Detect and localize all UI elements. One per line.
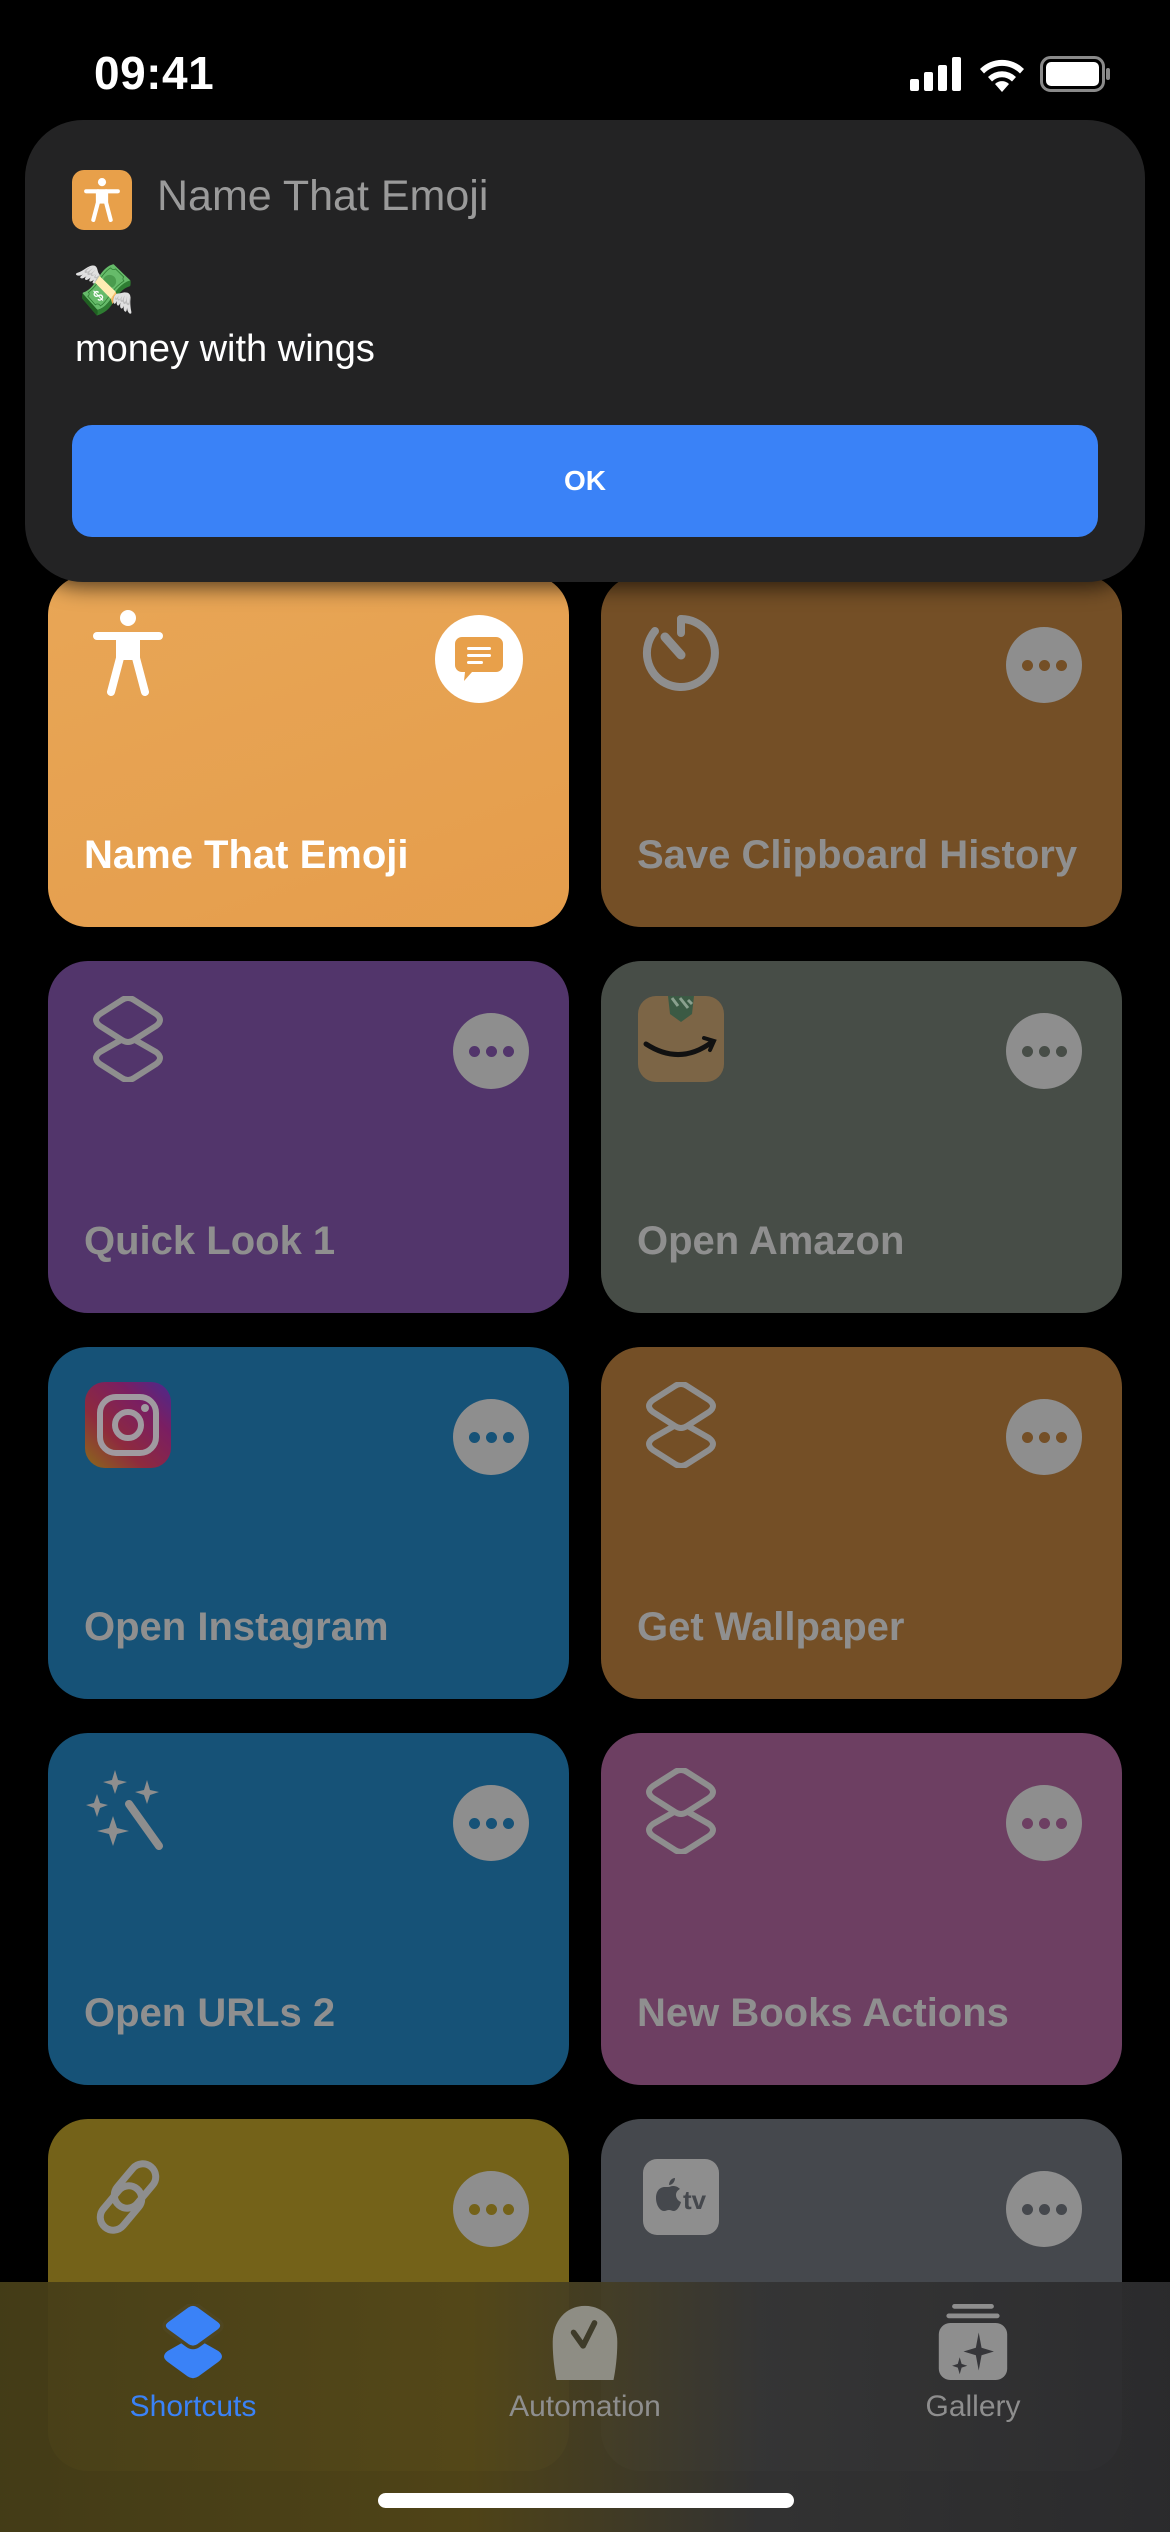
status-bar: 09:41 — [0, 0, 1170, 130]
tab-automation[interactable]: Automation — [465, 2304, 705, 2424]
more-button[interactable] — [1006, 627, 1082, 703]
home-indicator[interactable] — [378, 2493, 794, 2508]
alert-message: money with wings — [75, 328, 375, 370]
shortcut-title: Save Clipboard History — [637, 833, 1078, 877]
shortcut-card-open-instagram[interactable]: Open Instagram — [48, 1347, 569, 1699]
svg-text:tv: tv — [683, 2185, 707, 2215]
shortcut-title: Name That Emoji — [84, 833, 409, 877]
more-button[interactable] — [1006, 1399, 1082, 1475]
cellular-signal-icon — [910, 57, 961, 91]
shortcuts-layers-icon — [637, 1767, 725, 1855]
tab-shortcuts[interactable]: Shortcuts — [73, 2304, 313, 2424]
magic-wand-icon — [84, 1767, 172, 1855]
apple-tv-app-icon: tv — [637, 2153, 725, 2241]
amazon-app-icon — [637, 995, 725, 1083]
tab-label: Automation — [509, 2390, 661, 2423]
shortcut-result-alert: Name That Emoji 💸 money with wings OK — [25, 120, 1145, 582]
more-button[interactable] — [1006, 2171, 1082, 2247]
status-time: 09:41 — [94, 47, 215, 99]
tab-label: Shortcuts — [129, 2390, 257, 2423]
shortcut-title: Quick Look 1 — [84, 1219, 336, 1263]
shortcuts-layers-icon — [162, 2304, 224, 2379]
battery-icon — [1040, 56, 1110, 92]
shortcut-title: Get Wallpaper — [637, 1605, 905, 1649]
shortcut-title: Open URLs 2 — [84, 1991, 336, 2035]
ok-button[interactable]: OK — [72, 425, 1098, 537]
link-icon — [84, 2153, 172, 2241]
more-button[interactable] — [453, 1013, 529, 1089]
more-button[interactable] — [1006, 1785, 1082, 1861]
shortcut-title: New Books Actions — [637, 1991, 1009, 2035]
alert-title: Name That Emoji — [157, 172, 489, 220]
show-result-button[interactable] — [435, 615, 523, 703]
shortcut-card-open-urls-2[interactable]: Open URLs 2 — [48, 1733, 569, 2085]
shortcut-card-save-clipboard-history[interactable]: Save Clipboard History — [601, 575, 1122, 927]
shortcut-card-new-books-actions[interactable]: New Books Actions — [601, 1733, 1122, 2085]
tab-gallery[interactable]: Gallery — [853, 2304, 1093, 2424]
automation-clock-check-icon — [552, 2305, 618, 2380]
instagram-app-icon — [84, 1381, 172, 1469]
more-button[interactable] — [453, 1785, 529, 1861]
shortcuts-grid: Name That Emoji Save Clipboard History Q… — [48, 575, 1122, 2471]
accessibility-person-icon — [72, 170, 132, 230]
more-button[interactable] — [1006, 1013, 1082, 1089]
shortcut-card-get-wallpaper[interactable]: Get Wallpaper — [601, 1347, 1122, 1699]
gallery-sparkle-stack-icon — [938, 2304, 1008, 2380]
wifi-icon — [980, 59, 1024, 92]
tab-label: Gallery — [925, 2390, 1021, 2423]
more-button[interactable] — [453, 1399, 529, 1475]
shortcuts-layers-icon — [84, 995, 172, 1083]
shortcut-title: Open Instagram — [84, 1605, 389, 1649]
timer-icon — [637, 609, 725, 697]
money-with-wings-emoji: 💸 — [73, 262, 136, 318]
speech-bubble-icon — [455, 637, 503, 681]
shortcut-card-name-that-emoji[interactable]: Name That Emoji — [48, 575, 569, 927]
accessibility-person-icon — [84, 609, 172, 697]
more-button[interactable] — [453, 2171, 529, 2247]
shortcuts-layers-icon — [637, 1381, 725, 1469]
shortcut-card-open-amazon[interactable]: Open Amazon — [601, 961, 1122, 1313]
shortcut-title: Open Amazon — [637, 1219, 905, 1263]
shortcut-card-quick-look-1[interactable]: Quick Look 1 — [48, 961, 569, 1313]
status-icons — [910, 56, 1112, 92]
